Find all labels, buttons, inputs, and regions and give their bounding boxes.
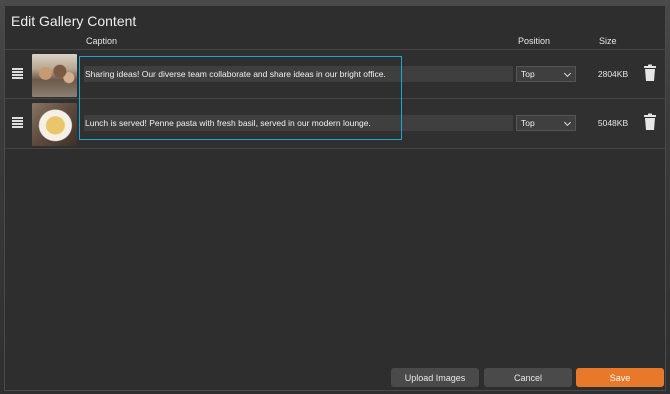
chevron-down-icon — [563, 118, 572, 127]
table-row: Top 5048KB — [5, 98, 665, 149]
position-select-value: Top — [521, 118, 535, 128]
position-select[interactable]: Top — [516, 66, 576, 82]
upload-images-button[interactable]: Upload Images — [391, 368, 479, 387]
drag-handle-icon[interactable] — [12, 117, 23, 128]
dialog-title: Edit Gallery Content — [11, 13, 137, 29]
caption-input[interactable] — [84, 115, 513, 131]
column-header-position: Position — [518, 36, 551, 46]
position-select-value: Top — [521, 69, 535, 79]
save-button[interactable]: Save — [576, 368, 664, 387]
chevron-down-icon — [563, 69, 572, 78]
column-header-caption: Caption — [86, 36, 118, 46]
drag-handle-icon[interactable] — [12, 68, 23, 79]
image-thumbnail — [32, 103, 77, 146]
column-header-size: Size — [599, 36, 617, 46]
table-row: Top 2804KB — [5, 49, 665, 99]
file-size: 5048KB — [597, 118, 629, 128]
edit-gallery-dialog: Edit Gallery Content Caption Position Si… — [4, 5, 666, 391]
position-select[interactable]: Top — [516, 115, 576, 131]
caption-input[interactable] — [84, 66, 513, 82]
image-thumbnail — [32, 54, 77, 97]
cancel-button[interactable]: Cancel — [484, 368, 572, 387]
trash-icon[interactable] — [643, 113, 657, 131]
trash-icon[interactable] — [643, 64, 657, 82]
file-size: 2804KB — [597, 69, 629, 79]
